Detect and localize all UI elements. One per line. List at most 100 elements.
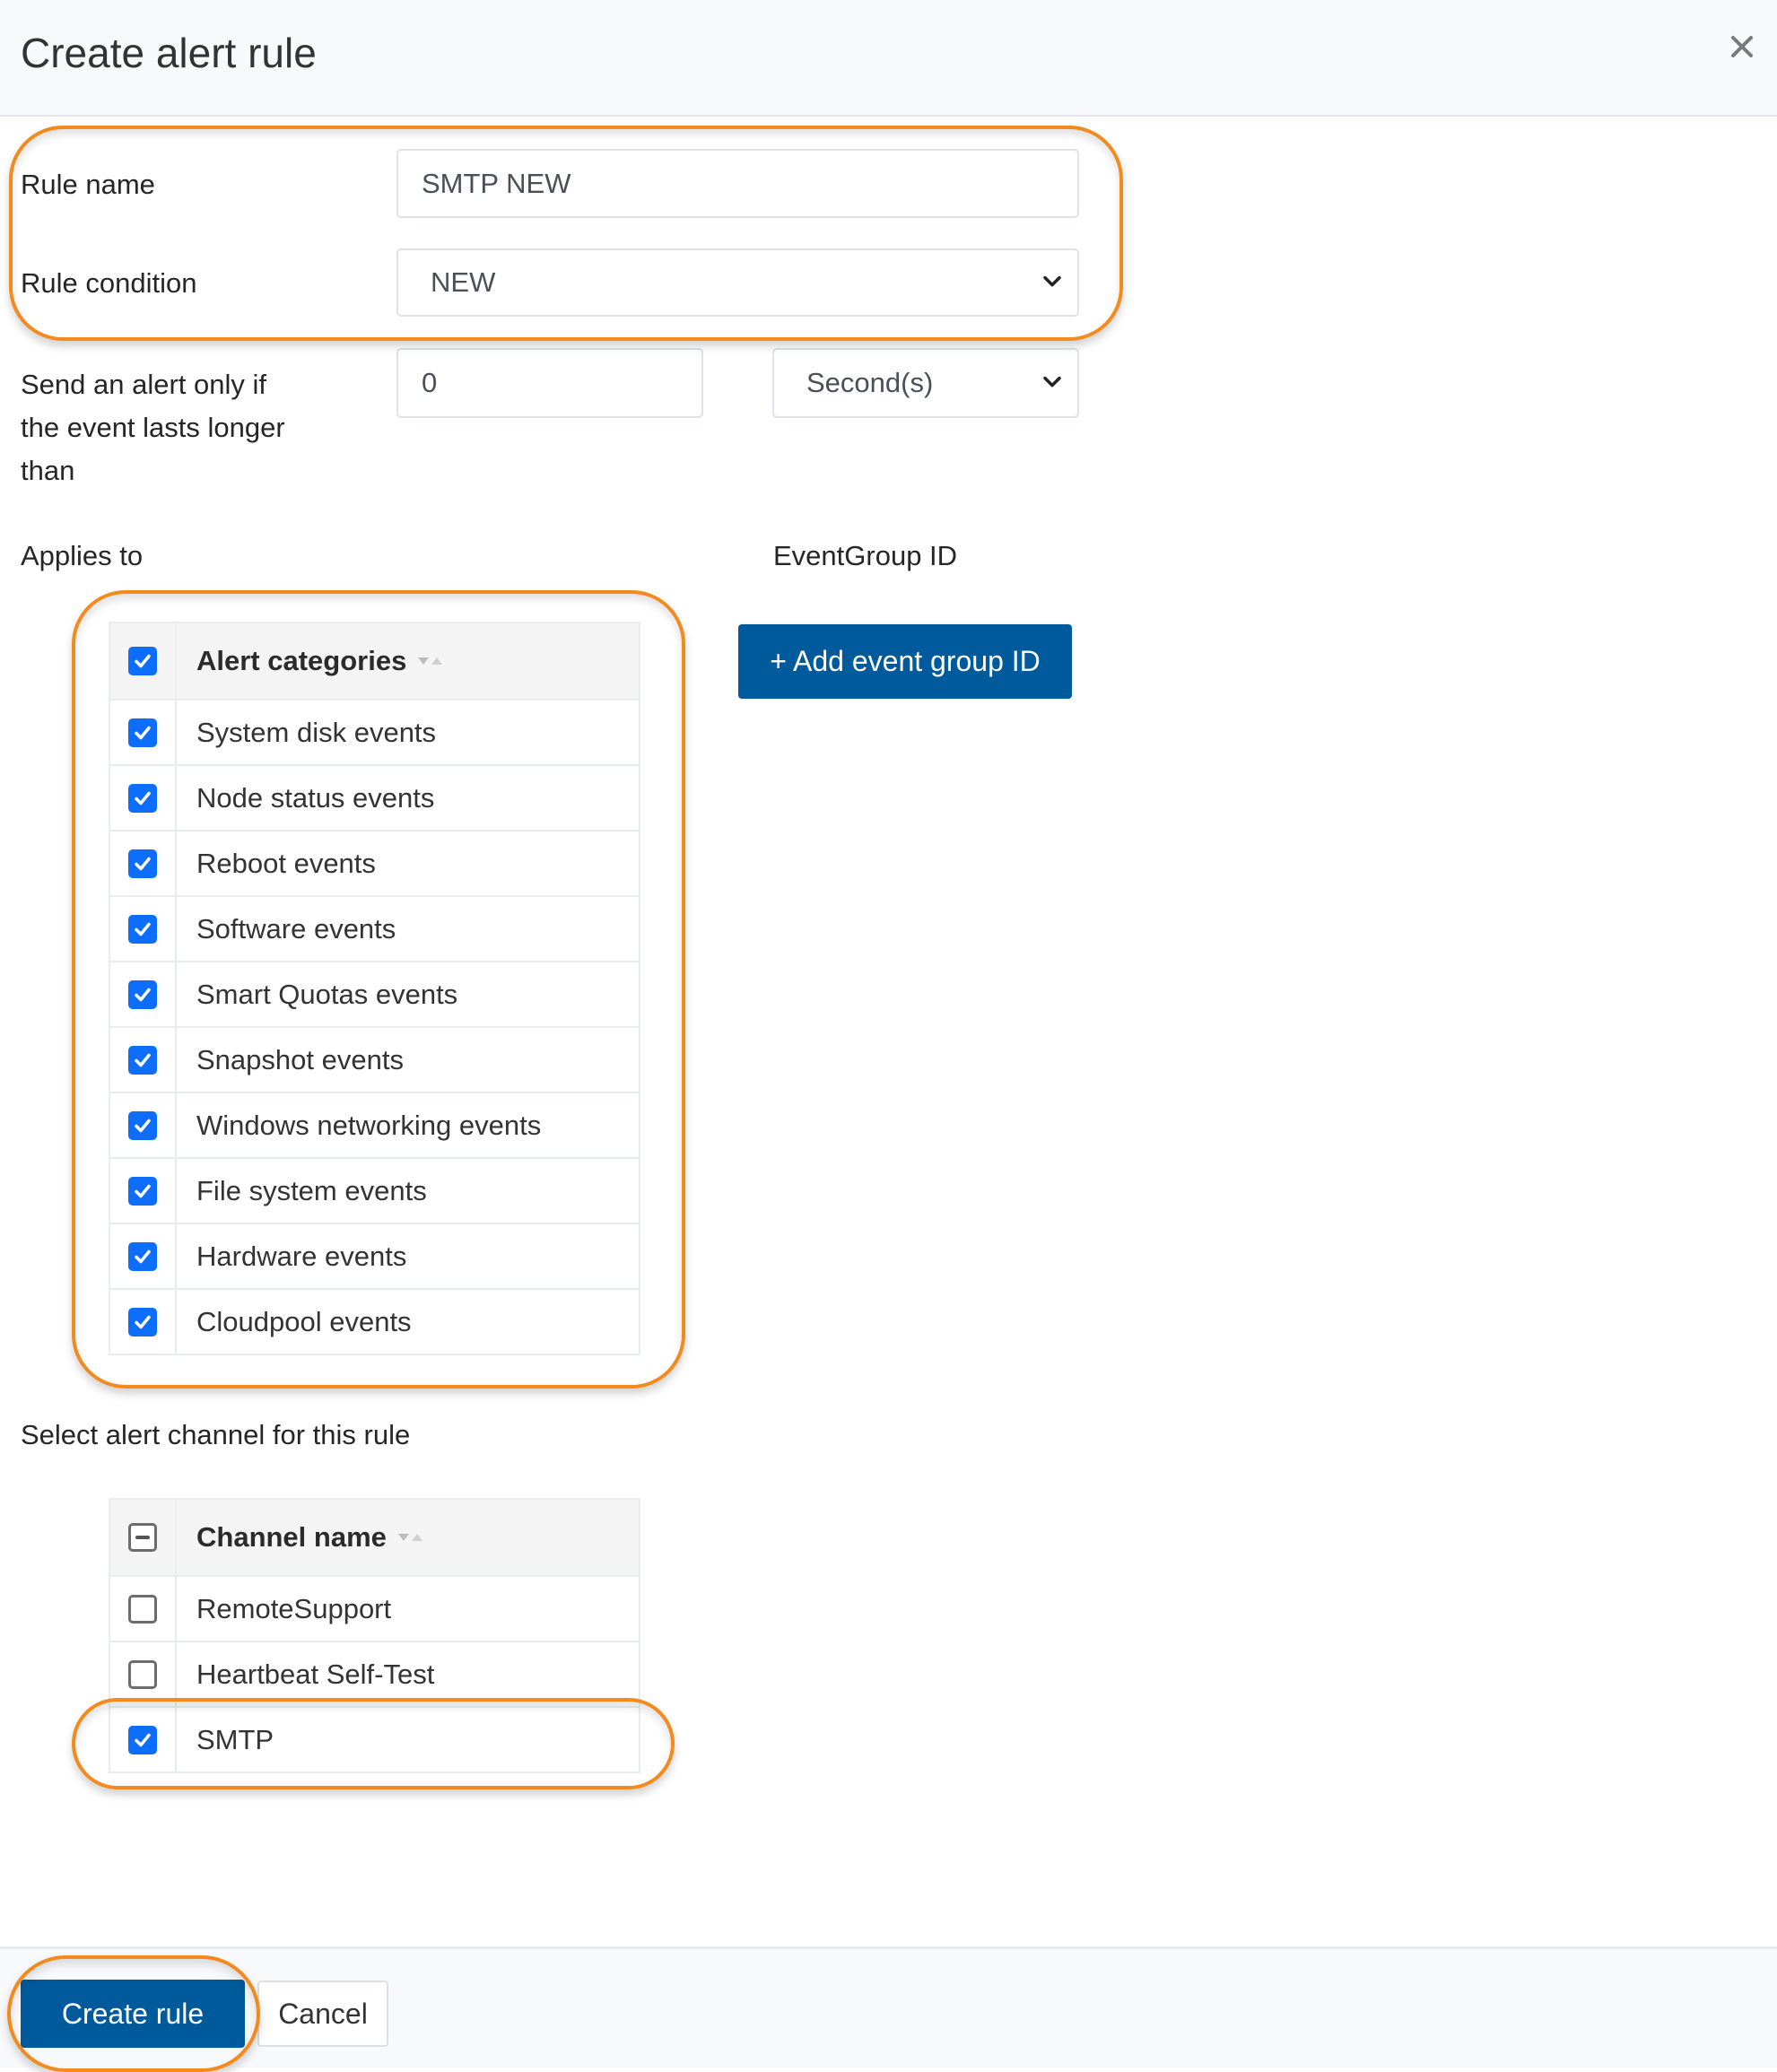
- rule-condition-label: Rule condition: [21, 267, 197, 299]
- row-label: Reboot events: [196, 847, 376, 879]
- row-checkbox-cell: [110, 1708, 177, 1772]
- close-icon: [1731, 36, 1753, 57]
- row-label: SMTP: [196, 1723, 274, 1755]
- duration-label-line: the event lasts longer: [21, 412, 285, 443]
- checkmark-icon: [135, 791, 151, 805]
- row-checkbox[interactable]: [128, 718, 157, 747]
- chevron-down-icon: [1043, 275, 1061, 287]
- create-rule-button[interactable]: Create rule: [21, 1980, 245, 2048]
- chevron-down-icon: [1043, 376, 1061, 387]
- sort-icon[interactable]: [417, 657, 443, 666]
- row-label: Smart Quotas events: [196, 978, 458, 1010]
- row-label: Windows networking events: [196, 1109, 542, 1141]
- row-checkbox[interactable]: [128, 1594, 157, 1624]
- row-label: System disk events: [196, 716, 437, 748]
- row-checkbox[interactable]: [128, 1241, 157, 1271]
- row-label: Hardware events: [196, 1240, 407, 1272]
- checkmark-icon: [135, 1315, 151, 1328]
- checkmark-icon: [135, 1053, 151, 1066]
- checkmark-icon: [135, 1733, 151, 1746]
- row-label: Heartbeat Self-Test: [196, 1658, 435, 1690]
- select-all-channels-checkbox[interactable]: [128, 1523, 157, 1552]
- alert-categories-table: Alert categories System disk events Node …: [109, 622, 640, 1355]
- channel-row[interactable]: Heartbeat Self-Test: [110, 1641, 639, 1706]
- row-checkbox[interactable]: [128, 783, 157, 813]
- category-row[interactable]: Windows networking events: [110, 1092, 639, 1157]
- alert-channel-label: Select alert channel for this rule: [21, 1419, 411, 1450]
- minus-icon: [135, 1536, 150, 1539]
- dialog-title: Create alert rule: [21, 30, 317, 76]
- add-event-group-id-button[interactable]: + Add event group ID: [738, 624, 1072, 699]
- checkmark-icon: [135, 654, 151, 668]
- column-header-label: Channel name: [196, 1521, 387, 1553]
- row-checkbox-cell: [110, 831, 177, 895]
- duration-value: 0: [422, 367, 438, 398]
- category-row[interactable]: Smart Quotas events: [110, 961, 639, 1026]
- channels-table: Channel name RemoteSupport Heartbeat Self…: [109, 1498, 640, 1773]
- row-checkbox[interactable]: [128, 1307, 157, 1336]
- row-checkbox[interactable]: [128, 1659, 157, 1689]
- row-label: Snapshot events: [196, 1043, 404, 1075]
- checkmark-icon: [135, 726, 151, 739]
- select-all-categories-checkbox[interactable]: [128, 647, 157, 675]
- table-header-row: Alert categories: [110, 623, 639, 699]
- category-row[interactable]: File system events: [110, 1157, 639, 1223]
- table-header-row: Channel name: [110, 1500, 639, 1575]
- alert-categories-header[interactable]: Alert categories: [177, 623, 639, 699]
- row-checkbox[interactable]: [128, 849, 157, 878]
- channel-name-header[interactable]: Channel name: [177, 1500, 639, 1575]
- channel-row[interactable]: SMTP: [110, 1706, 639, 1772]
- duration-input[interactable]: 0: [396, 348, 703, 418]
- rule-name-input[interactable]: SMTP NEW: [396, 149, 1079, 218]
- checkmark-icon: [135, 857, 151, 870]
- row-checkbox[interactable]: [128, 1725, 157, 1754]
- row-checkbox-cell: [110, 766, 177, 830]
- category-row[interactable]: Reboot events: [110, 830, 639, 895]
- header-checkbox-cell: [110, 1500, 177, 1575]
- category-row[interactable]: Software events: [110, 895, 639, 961]
- row-label: Cloudpool events: [196, 1305, 412, 1337]
- duration-label: Send an alert only if the event lasts lo…: [21, 363, 285, 492]
- row-checkbox-cell: [110, 1642, 177, 1706]
- channel-row[interactable]: RemoteSupport: [110, 1575, 639, 1641]
- row-checkbox[interactable]: [128, 1176, 157, 1206]
- row-label: File system events: [196, 1174, 427, 1206]
- applies-to-label: Applies to: [21, 540, 144, 571]
- event-group-id-label: EventGroup ID: [773, 540, 958, 571]
- dialog-header: Create alert rule: [0, 0, 1777, 117]
- duration-label-line: Send an alert only if: [21, 369, 267, 400]
- row-checkbox[interactable]: [128, 1045, 157, 1075]
- rule-condition-value: NEW: [431, 266, 496, 298]
- row-checkbox-cell: [110, 1159, 177, 1223]
- row-label: Software events: [196, 912, 396, 945]
- row-checkbox-cell: [110, 897, 177, 961]
- row-checkbox-cell: [110, 1290, 177, 1354]
- row-checkbox-cell: [110, 1577, 177, 1641]
- sort-icon[interactable]: [397, 1533, 423, 1542]
- rule-name-label: Rule name: [21, 169, 155, 200]
- row-checkbox[interactable]: [128, 979, 157, 1009]
- row-label: Node status events: [196, 781, 435, 814]
- category-row[interactable]: Node status events: [110, 764, 639, 830]
- row-checkbox-cell: [110, 962, 177, 1026]
- checkmark-icon: [135, 1249, 151, 1263]
- row-checkbox[interactable]: [128, 914, 157, 944]
- duration-unit-select[interactable]: Second(s): [772, 348, 1079, 418]
- category-row[interactable]: Hardware events: [110, 1223, 639, 1288]
- rule-name-value: SMTP NEW: [422, 167, 571, 199]
- checkmark-icon: [135, 1184, 151, 1197]
- rule-condition-select[interactable]: NEW: [396, 248, 1079, 317]
- cancel-button[interactable]: Cancel: [257, 1981, 388, 2047]
- header-checkbox-cell: [110, 623, 177, 699]
- duration-label-line: than: [21, 455, 75, 486]
- category-row[interactable]: Cloudpool events: [110, 1288, 639, 1354]
- checkmark-icon: [135, 988, 151, 1001]
- category-row[interactable]: System disk events: [110, 699, 639, 764]
- row-checkbox-cell: [110, 701, 177, 764]
- close-button[interactable]: [1724, 27, 1760, 66]
- checkmark-icon: [135, 922, 151, 936]
- column-header-label: Alert categories: [196, 645, 407, 676]
- category-row[interactable]: Snapshot events: [110, 1026, 639, 1092]
- row-checkbox[interactable]: [128, 1110, 157, 1140]
- duration-unit-value: Second(s): [806, 367, 934, 398]
